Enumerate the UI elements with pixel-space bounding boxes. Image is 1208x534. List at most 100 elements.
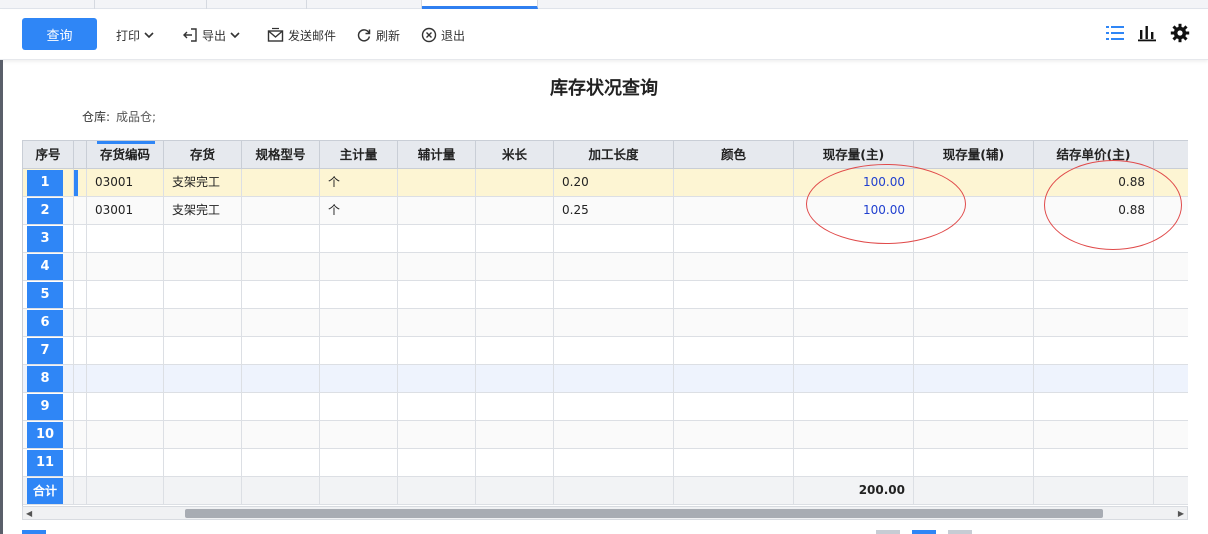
row-number[interactable]: 8 [27, 366, 63, 392]
cell-unit[interactable] [320, 281, 398, 309]
cell-color[interactable] [674, 225, 794, 253]
cell-length[interactable] [554, 225, 674, 253]
cell-length[interactable] [554, 337, 674, 365]
cell-qty_main[interactable] [794, 449, 914, 477]
cell-meter[interactable] [476, 337, 554, 365]
column-header-11[interactable]: 结存单价(主) [1034, 141, 1154, 169]
cell-spec[interactable] [242, 337, 320, 365]
cell-length[interactable] [554, 281, 674, 309]
cell-spec[interactable] [242, 309, 320, 337]
cell-unit[interactable] [320, 365, 398, 393]
cell-unit[interactable]: 个 [320, 197, 398, 225]
empty-row[interactable]: 5 [23, 281, 1188, 309]
cell-qty_aux[interactable] [914, 169, 1034, 197]
cell-aux_unit[interactable] [398, 337, 476, 365]
cell-qty_aux[interactable] [914, 449, 1034, 477]
cell-meter[interactable] [476, 309, 554, 337]
column-header-1[interactable]: 存货编码 [87, 141, 164, 169]
cell-meter[interactable] [476, 421, 554, 449]
table-row[interactable]: 2 03001 支架完工 个 0.25 100.00 0.88 [23, 197, 1188, 225]
refresh-button[interactable]: 刷新 [356, 25, 400, 45]
row-number[interactable]: 3 [27, 226, 63, 252]
cell-unit[interactable] [320, 253, 398, 281]
cell-meter[interactable] [476, 253, 554, 281]
column-header-2[interactable]: 存货 [164, 141, 242, 169]
cell-aux_unit[interactable] [398, 421, 476, 449]
cell-meter[interactable] [476, 225, 554, 253]
cell-color[interactable] [674, 309, 794, 337]
cell-meter[interactable] [476, 169, 554, 197]
cell-price[interactable] [1034, 365, 1154, 393]
cell-aux_unit[interactable] [398, 281, 476, 309]
cell-item[interactable] [164, 309, 242, 337]
tab[interactable] [307, 0, 422, 9]
cell-qty_main[interactable] [794, 421, 914, 449]
list-view-icon[interactable] [1106, 25, 1124, 41]
cell-color[interactable] [674, 253, 794, 281]
send-mail-button[interactable]: 发送邮件 [267, 25, 336, 45]
cell-item[interactable] [164, 393, 242, 421]
cell-price[interactable] [1034, 309, 1154, 337]
cell-qty_main[interactable] [794, 337, 914, 365]
cell-color[interactable] [674, 365, 794, 393]
cell-color[interactable] [674, 449, 794, 477]
cell-aux_unit[interactable] [398, 393, 476, 421]
cell-length[interactable] [554, 253, 674, 281]
tab[interactable] [95, 0, 207, 9]
cell-length[interactable] [554, 309, 674, 337]
cell-color[interactable] [674, 393, 794, 421]
cell-meter[interactable] [476, 393, 554, 421]
cell-unit[interactable] [320, 337, 398, 365]
cell-spec[interactable] [242, 365, 320, 393]
column-header-9[interactable]: 现存量(主) [794, 141, 914, 169]
cell-qty_aux[interactable] [914, 421, 1034, 449]
row-number[interactable]: 9 [27, 394, 63, 420]
horizontal-scrollbar[interactable]: ◀ ▶ [22, 506, 1188, 520]
exit-button[interactable]: 退出 [421, 25, 465, 45]
scrollbar-thumb[interactable] [185, 509, 1103, 518]
cell-spec[interactable] [242, 393, 320, 421]
cell-aux_unit[interactable] [398, 309, 476, 337]
cell-qty_main[interactable] [794, 309, 914, 337]
cell-meter[interactable] [476, 197, 554, 225]
cell-aux_unit[interactable] [398, 197, 476, 225]
cell-spec[interactable] [242, 197, 320, 225]
cell-price[interactable] [1034, 421, 1154, 449]
cell-item[interactable] [164, 421, 242, 449]
column-header-6[interactable]: 米长 [476, 141, 554, 169]
empty-row[interactable]: 4 [23, 253, 1188, 281]
row-number[interactable]: 5 [27, 282, 63, 308]
cell-aux_unit[interactable] [398, 225, 476, 253]
cell-aux_unit[interactable] [398, 449, 476, 477]
row-number[interactable]: 2 [27, 198, 63, 224]
cell-unit[interactable] [320, 225, 398, 253]
tab[interactable] [0, 0, 95, 9]
cell-code[interactable] [87, 393, 164, 421]
cell-length[interactable] [554, 449, 674, 477]
tab-active[interactable] [422, 0, 538, 9]
empty-row[interactable]: 7 [23, 337, 1188, 365]
cell-qty_aux[interactable] [914, 365, 1034, 393]
scroll-right-icon[interactable]: ▶ [1178, 508, 1184, 519]
cell-item[interactable]: 支架完工 [164, 169, 242, 197]
empty-row[interactable]: 9 [23, 393, 1188, 421]
cell-price[interactable] [1034, 281, 1154, 309]
cell-spec[interactable] [242, 281, 320, 309]
column-header-3[interactable]: 规格型号 [242, 141, 320, 169]
cell-item[interactable] [164, 281, 242, 309]
cell-code[interactable] [87, 225, 164, 253]
cell-aux_unit[interactable] [398, 169, 476, 197]
tab[interactable] [207, 0, 307, 9]
query-button[interactable]: 查询 [22, 18, 97, 50]
cell-aux_unit[interactable] [398, 365, 476, 393]
print-button[interactable]: 打印 [116, 25, 154, 45]
cell-meter[interactable] [476, 365, 554, 393]
cell-qty_aux[interactable] [914, 309, 1034, 337]
cell-qty_main[interactable] [794, 393, 914, 421]
cell-length[interactable]: 0.20 [554, 169, 674, 197]
cell-meter[interactable] [476, 449, 554, 477]
export-button[interactable]: 导出 [182, 25, 240, 45]
cell-code[interactable]: 03001 [87, 169, 164, 197]
cell-price[interactable] [1034, 393, 1154, 421]
cell-spec[interactable] [242, 449, 320, 477]
